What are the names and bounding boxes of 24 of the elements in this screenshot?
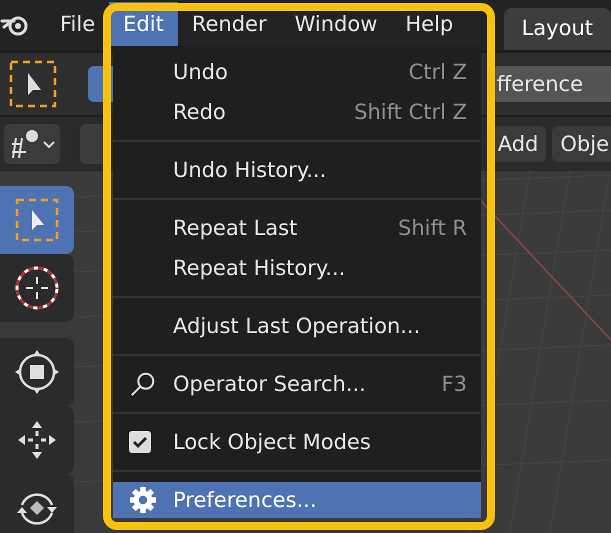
search-icon <box>129 370 157 398</box>
rotate-tool[interactable] <box>0 474 74 533</box>
menu-item[interactable]: Render <box>178 2 281 46</box>
menu-item[interactable]: File <box>42 2 110 46</box>
menu-item[interactable]: Operator Search... F3 <box>113 364 481 404</box>
gear-icon <box>129 486 157 514</box>
menu-item[interactable]: Undo Ctrl Z <box>113 52 481 92</box>
menu-item[interactable]: Preferences... <box>113 482 481 518</box>
mode-button[interactable]: fference <box>492 66 611 102</box>
menu-item[interactable]: Help <box>391 2 468 46</box>
menu-item[interactable]: Adjust Last Operation... <box>113 306 481 346</box>
menu-item[interactable]: Repeat Last Shift R <box>113 208 481 248</box>
workspace-tab[interactable]: Layout <box>504 8 611 50</box>
cursor-tool[interactable] <box>0 254 74 322</box>
select-box-icon[interactable] <box>8 59 58 109</box>
menu-item[interactable]: Lock Object Modes <box>113 422 481 462</box>
menu-item[interactable]: Repeat History... <box>113 248 481 288</box>
snap-icon[interactable] <box>4 124 60 164</box>
header-menu-button[interactable]: Obje <box>552 126 611 162</box>
menu-item[interactable]: Undo History... <box>113 150 481 190</box>
menu-item[interactable]: Window <box>280 2 392 46</box>
checkbox[interactable] <box>129 431 151 453</box>
transform-tool[interactable] <box>0 338 74 406</box>
menu-item[interactable]: Redo Shift Ctrl Z <box>113 92 481 132</box>
